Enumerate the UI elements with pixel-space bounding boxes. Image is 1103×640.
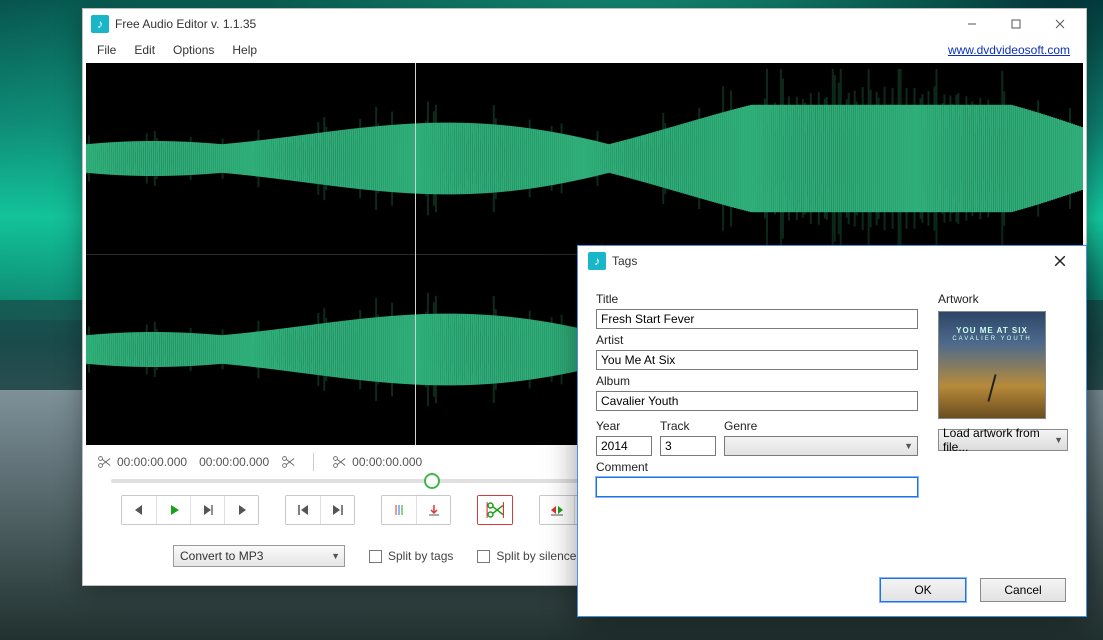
scissors-icon [332, 455, 346, 469]
play-button[interactable] [156, 496, 190, 524]
label-comment: Comment [596, 460, 918, 474]
split-by-silence-checkbox[interactable]: Split by silence [477, 549, 576, 563]
rewind-button[interactable] [122, 496, 156, 524]
label-artist: Artist [596, 333, 918, 347]
play-selection-button[interactable] [190, 496, 224, 524]
menu-file[interactable]: File [89, 41, 124, 59]
scissors-icon [281, 455, 295, 469]
chevron-down-icon: ▼ [904, 441, 913, 451]
app-icon: ♪ [588, 252, 606, 270]
label-year: Year [596, 419, 652, 433]
label-track: Track [660, 419, 716, 433]
dialog-title: Tags [612, 254, 637, 268]
year-field[interactable] [596, 436, 652, 456]
album-field[interactable] [596, 391, 918, 411]
split-by-silence-label: Split by silence [496, 549, 576, 563]
load-artwork-label: Load artwork from file... [943, 426, 1054, 454]
label-genre: Genre [724, 419, 918, 433]
chevron-down-icon: ▼ [1054, 435, 1063, 445]
cut-button[interactable] [478, 496, 512, 524]
artwork-preview: YOU ME AT SIX CAVALIER YOUTH [938, 311, 1046, 419]
convert-format-label: Convert to MP3 [180, 549, 263, 563]
split-by-tags-checkbox[interactable]: Split by tags [369, 549, 453, 563]
ok-button[interactable]: OK [880, 578, 966, 602]
label-title: Title [596, 292, 918, 306]
playhead[interactable] [415, 63, 416, 445]
marker-button[interactable] [382, 496, 416, 524]
menubar: File Edit Options Help www.dvdvideosoft.… [83, 39, 1086, 61]
chevron-down-icon: ▼ [331, 551, 340, 561]
selection-start-time: 00:00:00.000 [117, 455, 187, 469]
load-artwork-combo[interactable]: Load artwork from file... ▼ [938, 429, 1068, 451]
cursor-time: 00:00:00.000 [352, 455, 422, 469]
app-icon: ♪ [91, 15, 109, 33]
menu-options[interactable]: Options [165, 41, 222, 59]
menu-edit[interactable]: Edit [126, 41, 163, 59]
menu-help[interactable]: Help [224, 41, 265, 59]
close-button[interactable] [1038, 10, 1082, 38]
artwork-band-text: YOU ME AT SIX [939, 326, 1045, 335]
skip-end-button[interactable] [320, 496, 354, 524]
comment-field[interactable] [596, 477, 918, 497]
maximize-button[interactable] [994, 10, 1038, 38]
convert-format-combo[interactable]: Convert to MP3 ▼ [173, 545, 345, 567]
download-button[interactable] [416, 496, 450, 524]
dialog-close-button[interactable] [1040, 247, 1080, 275]
cancel-button[interactable]: Cancel [980, 578, 1066, 602]
selection-end-time: 00:00:00.000 [199, 455, 269, 469]
titlebar: ♪ Free Audio Editor v. 1.1.35 [83, 9, 1086, 39]
title-field[interactable] [596, 309, 918, 329]
trim-start-button[interactable] [540, 496, 574, 524]
forward-button[interactable] [224, 496, 258, 524]
skip-start-button[interactable] [286, 496, 320, 524]
artwork-album-text: CAVALIER YOUTH [939, 336, 1045, 342]
label-artwork: Artwork [938, 292, 1068, 306]
split-by-tags-label: Split by tags [388, 549, 453, 563]
tags-dialog: ♪ Tags Title Artist Album Year Track [577, 245, 1087, 617]
scissors-icon [97, 455, 111, 469]
minimize-button[interactable] [950, 10, 994, 38]
slider-thumb[interactable] [424, 473, 440, 489]
site-link[interactable]: www.dvdvideosoft.com [948, 43, 1080, 57]
label-album: Album [596, 374, 918, 388]
app-title: Free Audio Editor v. 1.1.35 [115, 17, 256, 31]
genre-combo[interactable]: ▼ [724, 436, 918, 456]
artist-field[interactable] [596, 350, 918, 370]
track-field[interactable] [660, 436, 716, 456]
